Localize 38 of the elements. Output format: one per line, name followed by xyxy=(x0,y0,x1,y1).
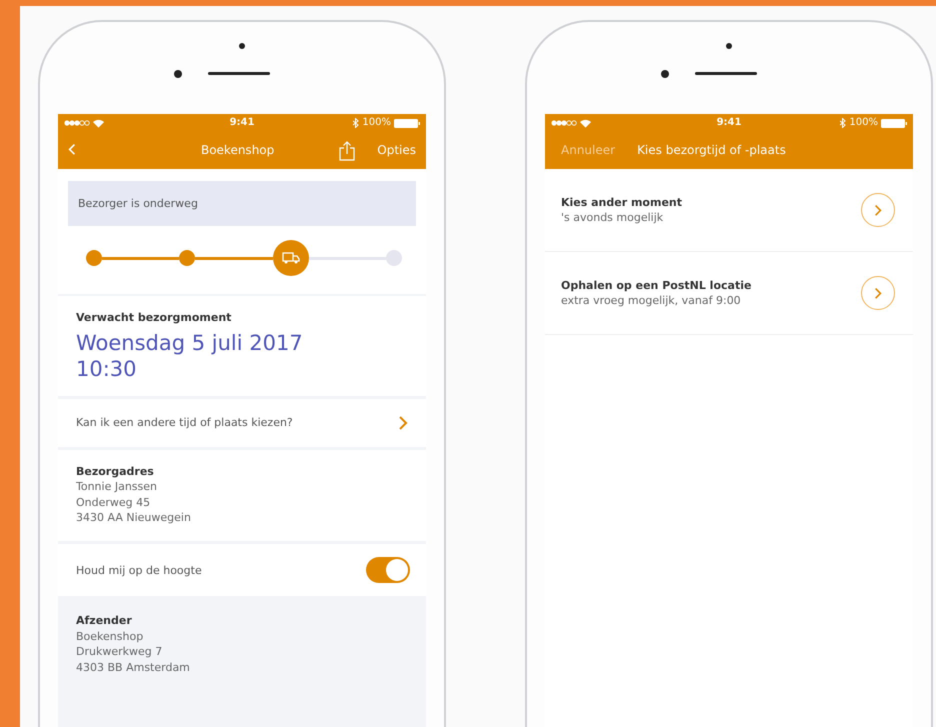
bluetooth-icon xyxy=(840,118,846,128)
address-line: 4303 BB Amsterdam xyxy=(76,660,191,675)
battery-icon xyxy=(394,118,420,128)
address-line: Onderweg 45 xyxy=(76,494,152,510)
status-time: 9:41 xyxy=(230,116,254,130)
status-banner: Bezorger is onderweg xyxy=(68,181,416,226)
notify-toggle[interactable] xyxy=(366,557,410,584)
address-line: 3430 AA Nieuwegein xyxy=(76,510,192,526)
delivery-date: Woensdag 5 juli 2017 xyxy=(76,331,304,357)
option-subtitle: extra vroeg mogelijk, vanaf 9:00 xyxy=(561,293,742,308)
address-line: Boekenshop xyxy=(76,628,144,644)
nav-title: Kies bezorgtijd of -plaats xyxy=(637,142,786,159)
back-icon xyxy=(68,142,76,156)
truck-icon xyxy=(282,252,300,264)
chevron-icon xyxy=(398,414,408,431)
battery-percentage: 100% xyxy=(362,116,391,130)
bluetooth-icon xyxy=(353,118,360,128)
status-time: 9:41 xyxy=(716,116,742,130)
nav-title: Boekenshop xyxy=(200,142,276,159)
address-line: Drukwerkweg 7 xyxy=(76,644,164,660)
chevron-icon xyxy=(874,286,882,300)
option-title: Kies ander moment xyxy=(561,194,682,210)
signal-icon xyxy=(551,120,577,126)
option-subtitle: 's avonds mogelijk xyxy=(561,210,664,226)
wifi-icon xyxy=(93,118,104,128)
battery-icon xyxy=(881,118,907,128)
section-label: Afzender xyxy=(76,613,133,629)
wifi-icon xyxy=(580,118,591,128)
address-line: Tonnie Janssen xyxy=(76,479,158,495)
chevron-icon xyxy=(874,204,882,216)
signal-icon xyxy=(64,120,90,126)
section-label: Verwacht bezorgmoment xyxy=(76,310,232,326)
battery-percentage: 100% xyxy=(849,116,878,130)
toggle-label: Houd mij op de hoogte xyxy=(76,562,202,578)
share-icon[interactable] xyxy=(339,140,356,160)
option-title: Ophalen op een PostNL locatie xyxy=(561,278,752,293)
section-label: Bezorgadres xyxy=(76,464,155,480)
delivery-time: 10:30 xyxy=(76,356,138,382)
